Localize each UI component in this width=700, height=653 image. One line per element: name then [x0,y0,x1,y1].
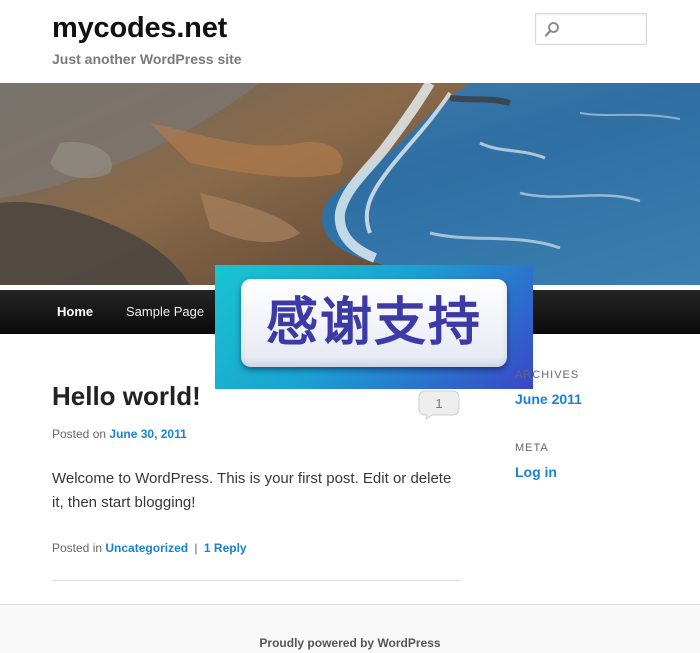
post-meta: Posted on June 30, 2011 [52,427,187,441]
reply-link[interactable]: 1 Reply [204,541,247,555]
comment-count[interactable]: 1 [418,390,460,418]
post-date-link[interactable]: June 30, 2011 [109,427,186,441]
archive-link-june-2011[interactable]: June 2011 [515,391,582,407]
meta-widget-title: META [515,442,549,454]
post-content: Welcome to WordPress. This is your first… [52,470,452,511]
site-footer: Proudly powered by WordPress [0,604,700,653]
header-image [0,83,700,285]
category-link[interactable]: Uncategorized [105,541,188,555]
posted-on-label: Posted on [52,427,107,441]
meta-separator: | [194,541,198,555]
post-footer-meta: Posted in Uncategorized | 1 Reply [52,541,247,555]
archives-widget-title: ARCHIVES [515,369,580,381]
search-icon [544,22,559,37]
search-box[interactable] [535,13,647,45]
powered-by-link[interactable]: Proudly powered by WordPress [0,636,700,650]
thanks-banner-plate: 感谢支持 [241,279,507,367]
login-link[interactable]: Log in [515,464,557,480]
site-title[interactable]: mycodes.net [52,12,227,45]
nav-item-sample-page[interactable]: Sample Page [126,290,204,334]
search-input[interactable] [564,18,642,40]
thanks-banner: 感谢支持 [215,265,533,389]
post-divider [52,580,461,581]
posted-in-label: Posted in [52,541,103,555]
post-title[interactable]: Hello world! [52,381,201,412]
thanks-banner-text: 感谢支持 [265,293,482,353]
nav-item-home[interactable]: Home [57,290,93,334]
site-description: Just another WordPress site [52,51,242,67]
